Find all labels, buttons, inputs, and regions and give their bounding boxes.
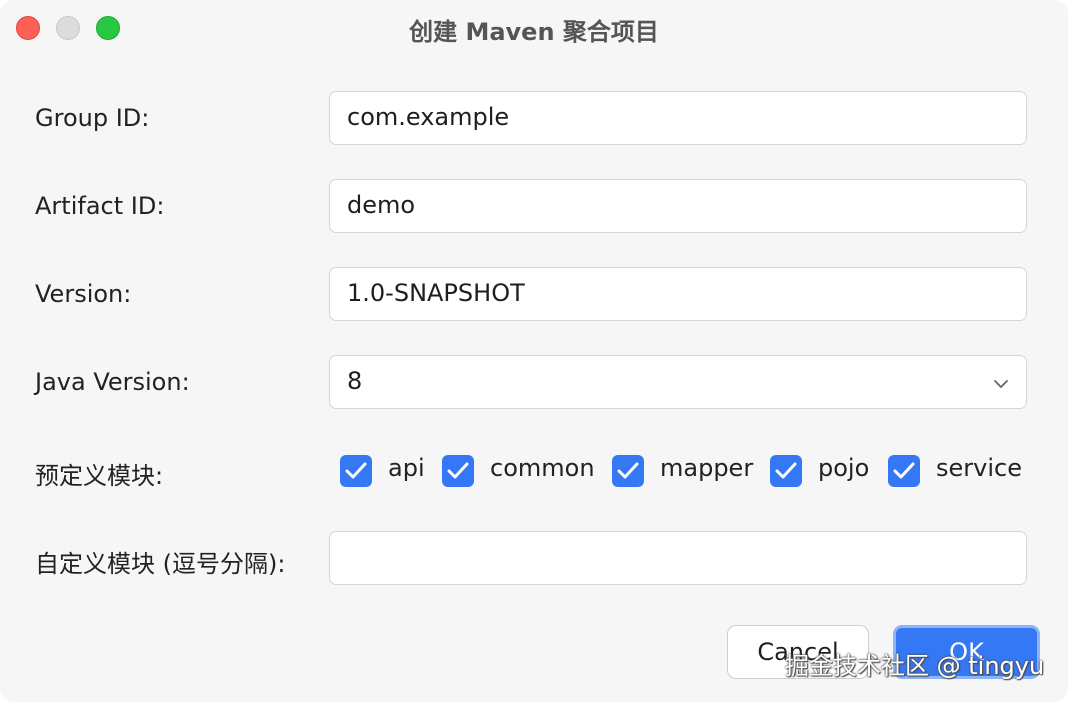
checkbox-label-service[interactable]: service bbox=[936, 454, 1022, 482]
version-input[interactable]: 1.0-SNAPSHOT bbox=[329, 267, 1027, 321]
group-id-label: Group ID: bbox=[35, 104, 150, 132]
checkbox-label-mapper[interactable]: mapper bbox=[660, 454, 753, 482]
custom-modules-label: 自定义模块 (逗号分隔): bbox=[35, 550, 286, 578]
checkbox-label-common[interactable]: common bbox=[490, 454, 595, 482]
java-version-label: Java Version: bbox=[35, 368, 190, 396]
window-title: 创建 Maven 聚合项目 bbox=[409, 18, 659, 46]
dialog-window: 创建 Maven 聚合项目 Group ID: com.example Arti… bbox=[0, 0, 1068, 702]
checkmark-icon bbox=[775, 462, 797, 479]
checkbox-label-pojo[interactable]: pojo bbox=[818, 454, 869, 482]
checkmark-icon bbox=[345, 462, 367, 479]
chevron-down-icon bbox=[994, 380, 1008, 388]
java-version-selected-value: 8 bbox=[347, 367, 363, 395]
checkmark-icon bbox=[617, 462, 639, 479]
version-label: Version: bbox=[35, 280, 132, 308]
title-bar: 创建 Maven 聚合项目 bbox=[0, 0, 1068, 56]
artifact-id-input[interactable]: demo bbox=[329, 179, 1027, 233]
checkmark-icon bbox=[447, 462, 469, 479]
predefined-modules-label: 预定义模块: bbox=[35, 462, 164, 490]
checkbox-pojo[interactable] bbox=[770, 455, 802, 487]
checkbox-api[interactable] bbox=[340, 455, 372, 487]
watermark: 掘金技术社区 @ tingyu bbox=[785, 652, 1045, 680]
checkbox-label-api[interactable]: api bbox=[388, 454, 425, 482]
checkbox-service[interactable] bbox=[888, 455, 920, 487]
artifact-id-label: Artifact ID: bbox=[35, 192, 165, 220]
java-version-select[interactable]: 8 bbox=[329, 355, 1027, 409]
checkmark-icon bbox=[893, 462, 915, 479]
group-id-input[interactable]: com.example bbox=[329, 91, 1027, 145]
custom-modules-input[interactable] bbox=[329, 531, 1027, 585]
checkbox-common[interactable] bbox=[442, 455, 474, 487]
checkbox-mapper[interactable] bbox=[612, 455, 644, 487]
